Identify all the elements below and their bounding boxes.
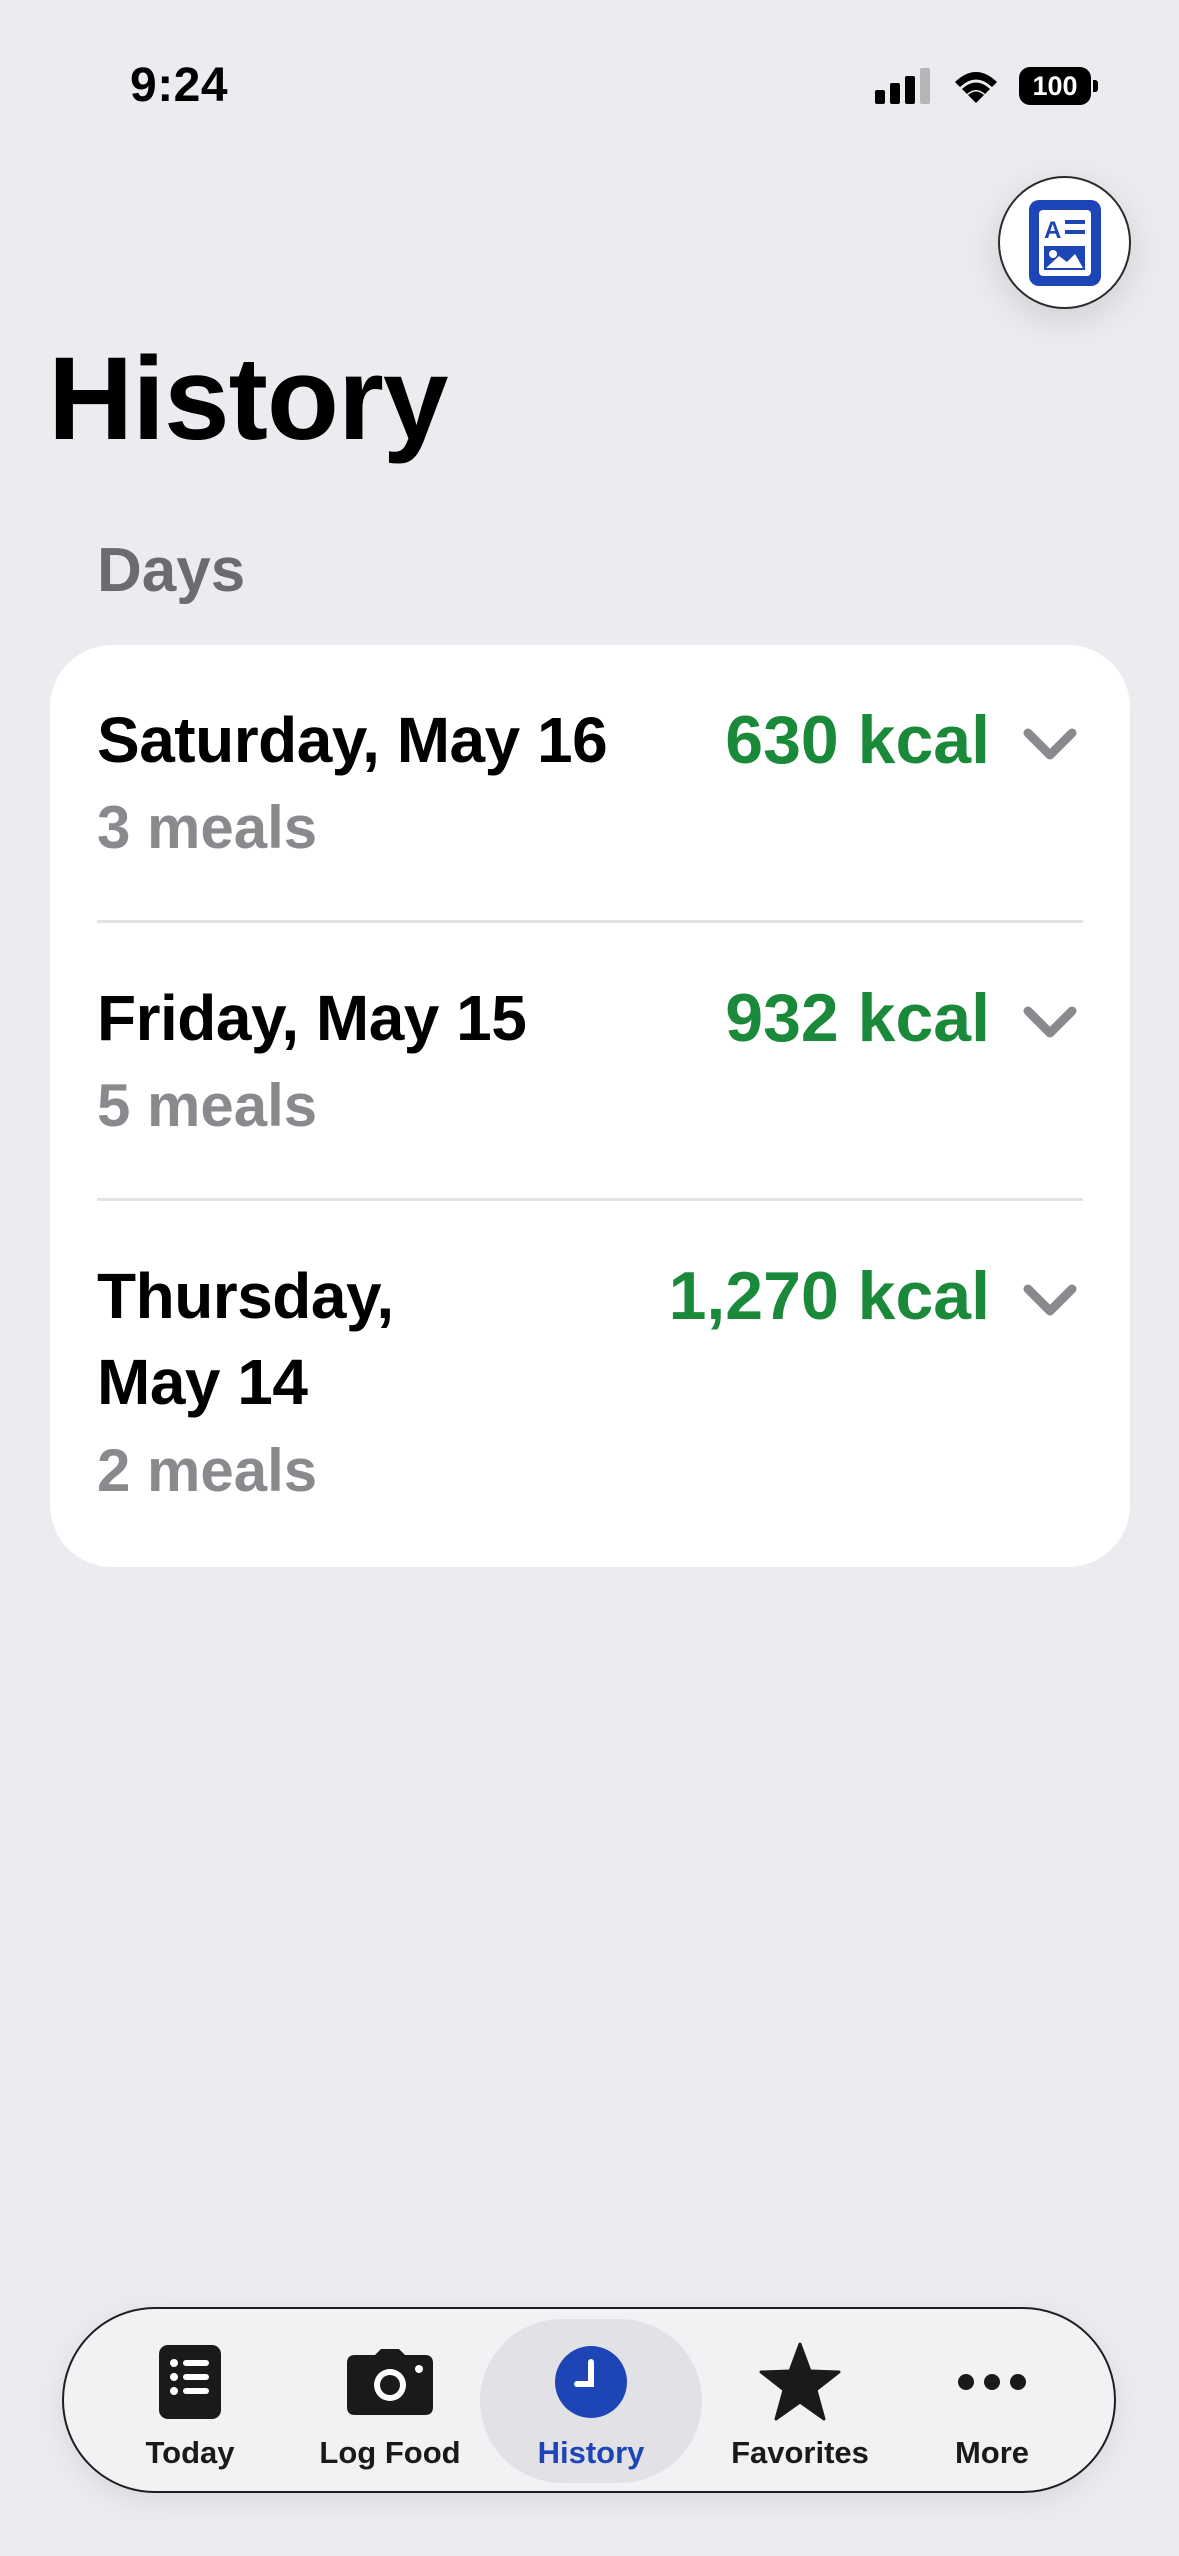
svg-text:A: A: [1044, 217, 1061, 244]
tab-bar: Today Log Food History Favorites More: [62, 2307, 1116, 2493]
day-title: Saturday, May 16: [97, 704, 608, 776]
tab-label: History: [537, 2435, 645, 2470]
document-icon: A: [1028, 199, 1101, 286]
tab-today[interactable]: Today: [98, 2319, 282, 2483]
document-button[interactable]: A: [998, 176, 1131, 309]
day-title: Thursday,: [97, 1260, 394, 1332]
chevron-down-icon[interactable]: [1022, 1281, 1078, 1321]
page-title: History: [48, 333, 449, 465]
day-kcal: 630 kcal: [725, 702, 990, 778]
section-label-days: Days: [97, 536, 246, 605]
history-screen: 9:24 100 A History Days Saturday, May 16…: [0, 0, 1179, 2556]
tab-more[interactable]: More: [902, 2319, 1082, 2483]
status-icons: 100: [875, 64, 1098, 108]
tab-favorites[interactable]: Favorites: [700, 2319, 900, 2483]
days-list: Saturday, May 16 3 meals 630 kcal Friday…: [50, 645, 1130, 1567]
more-icon: [958, 2374, 1026, 2390]
status-time: 9:24: [130, 59, 229, 112]
day-row[interactable]: Thursday, May 14 2 meals 1,270 kcal: [50, 1201, 1130, 1567]
day-title: Friday, May 15: [97, 982, 527, 1054]
tab-label: Today: [145, 2435, 235, 2470]
day-meals-count: 3 meals: [97, 794, 318, 861]
camera-icon: [347, 2349, 433, 2415]
wifi-icon: [955, 72, 997, 103]
day-title-line2: May 14: [97, 1346, 308, 1418]
day-kcal: 932 kcal: [725, 980, 990, 1056]
cellular-signal-icon: [875, 68, 930, 104]
tab-label: Log Food: [319, 2435, 461, 2470]
chevron-down-icon[interactable]: [1022, 725, 1078, 765]
tab-history[interactable]: History: [480, 2319, 702, 2483]
tab-label: Favorites: [731, 2435, 869, 2470]
chevron-down-icon[interactable]: [1022, 1003, 1078, 1043]
clock-icon: [555, 2346, 627, 2418]
tab-log-food[interactable]: Log Food: [298, 2319, 482, 2483]
day-row[interactable]: Friday, May 15 5 meals 932 kcal: [50, 923, 1130, 1198]
day-meals-count: 2 meals: [97, 1437, 318, 1504]
tab-label: More: [954, 2435, 1030, 2470]
day-row[interactable]: Saturday, May 16 3 meals 630 kcal: [50, 645, 1130, 920]
day-kcal: 1,270 kcal: [668, 1258, 990, 1334]
day-meals-count: 5 meals: [97, 1072, 318, 1139]
star-icon: [759, 2342, 841, 2421]
battery-level: 100: [1032, 70, 1078, 101]
battery-icon: 100: [1019, 67, 1098, 105]
list-icon: [159, 2345, 221, 2419]
